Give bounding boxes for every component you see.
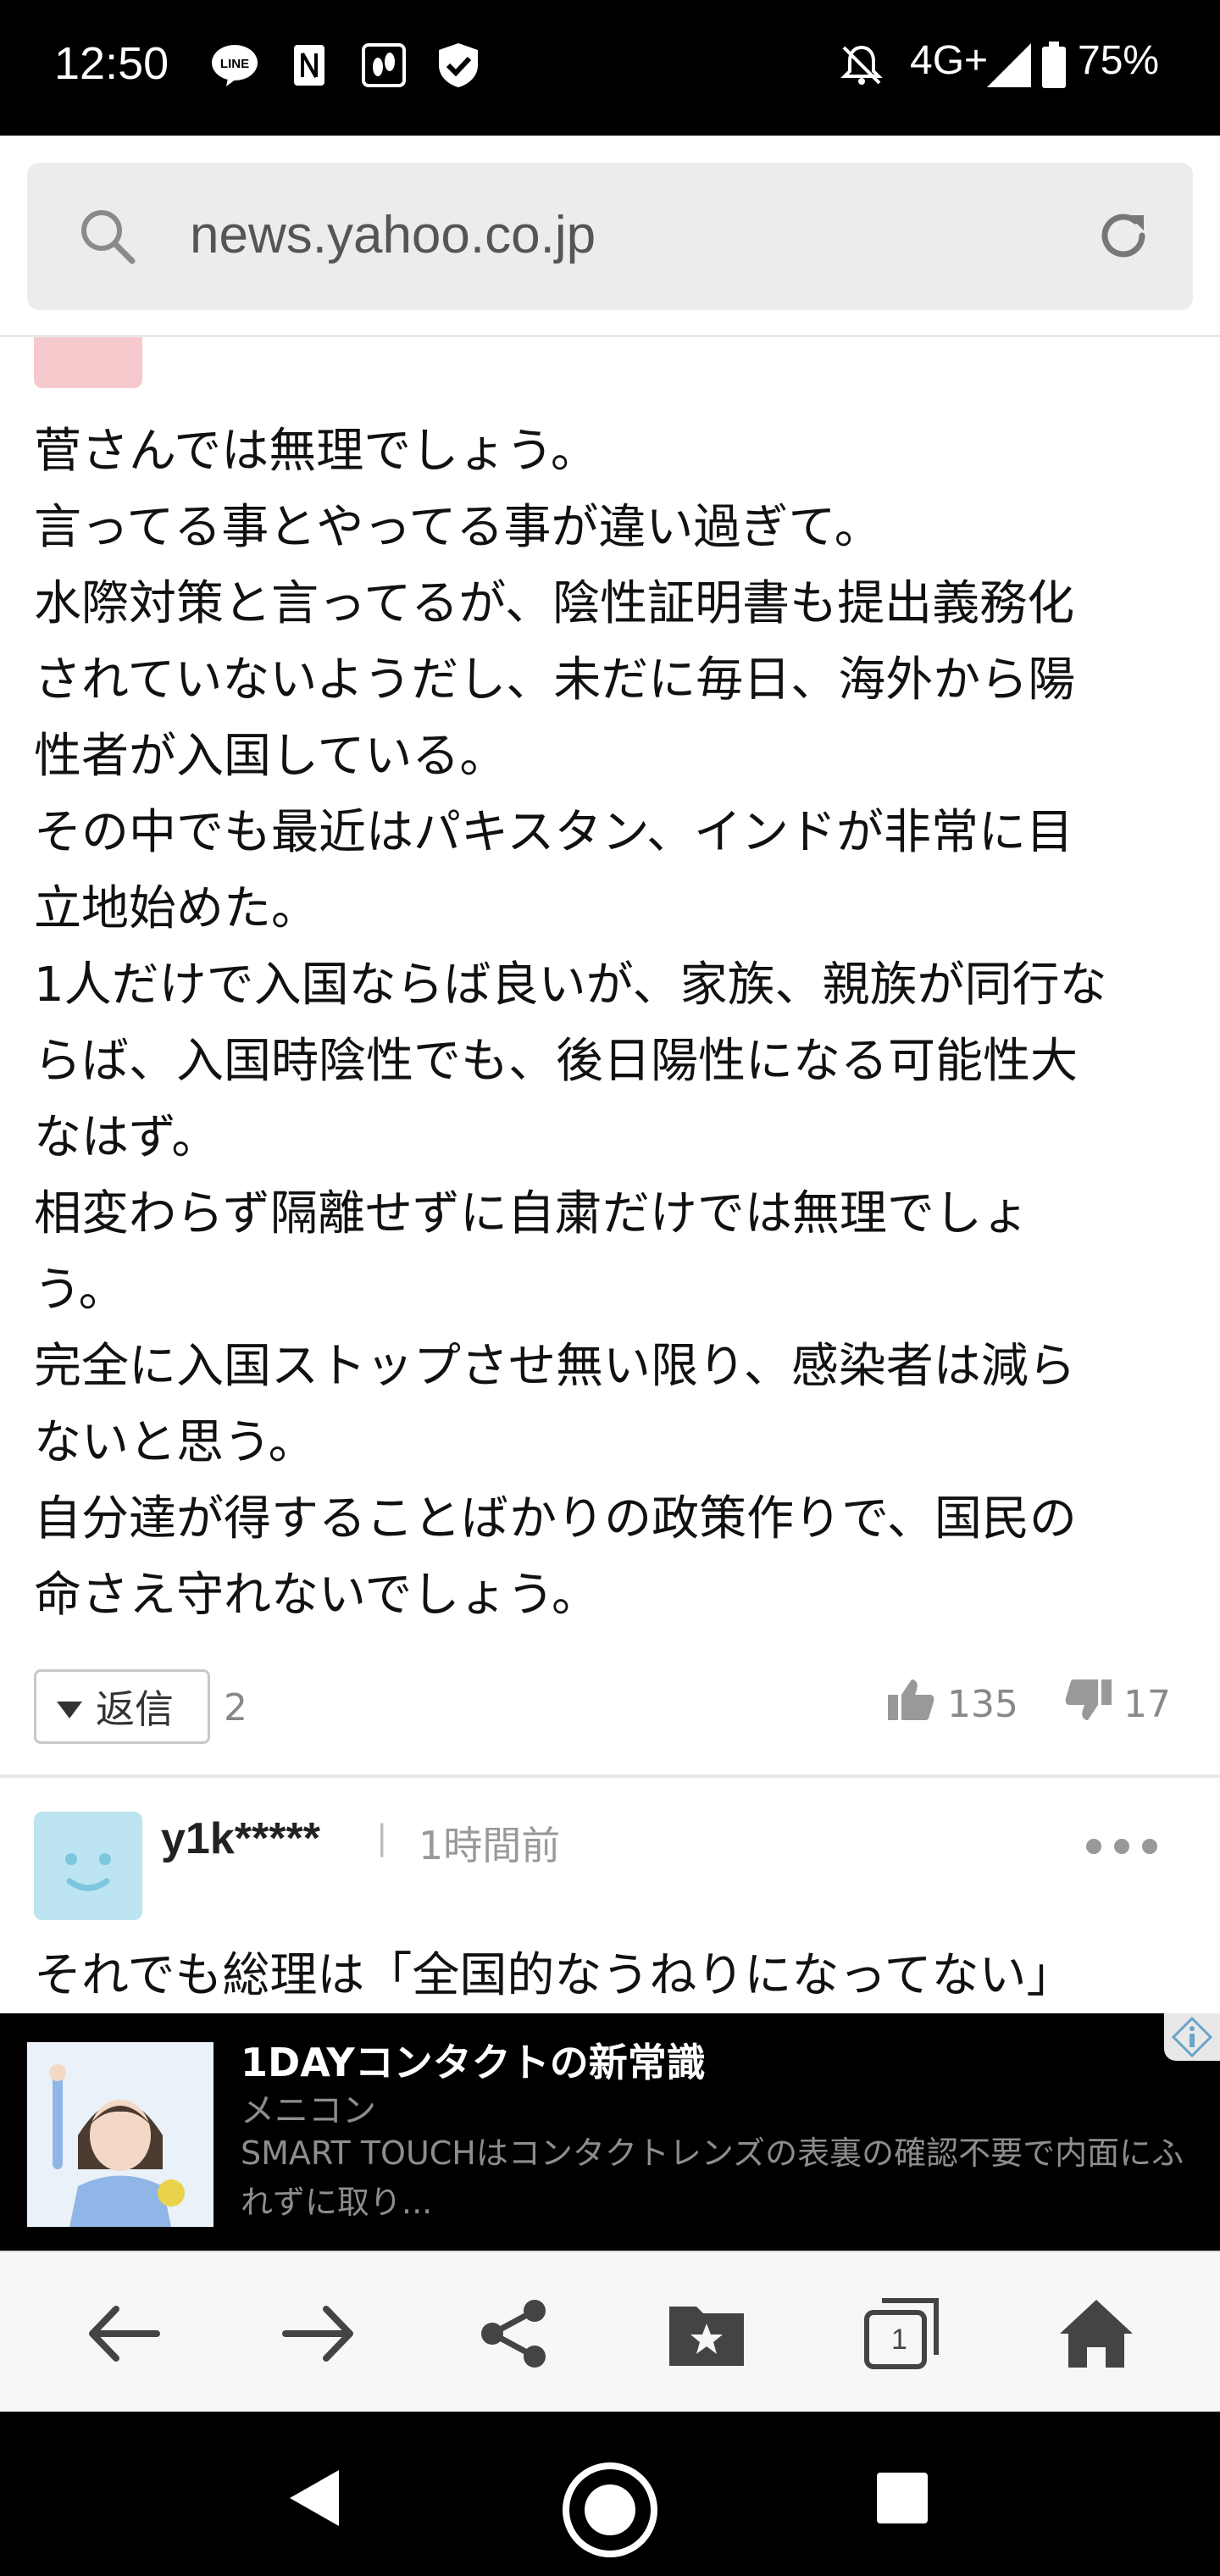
more-options-icon[interactable] [1086, 1834, 1157, 1859]
ad-brand: メニコン [241, 2091, 376, 2130]
comment-line: 性者が入国している。 [34, 729, 507, 784]
ad-title[interactable]: 1DAYコンタクトの新常識 [241, 2032, 706, 2088]
comment-line: その中でも最近はパキスタン、インドが非常に目 [34, 805, 1073, 860]
comment-line: ないと思う。 [34, 1415, 316, 1470]
comment-line: 立地始めた。 [34, 881, 319, 936]
dislike-count: 17 [1123, 1683, 1171, 1726]
triangle-down-icon [55, 1684, 84, 1729]
url-text[interactable]: news.yahoo.co.jp [190, 205, 596, 265]
avatar[interactable] [34, 337, 142, 388]
tab-count: 1 [891, 2323, 907, 2356]
like-count: 135 [947, 1683, 1018, 1726]
reply-label: 返信 [96, 1686, 174, 1732]
reply-button[interactable]: 返信 [34, 1669, 210, 1744]
foot-app-icon [359, 41, 408, 90]
nav-back-icon[interactable] [280, 2464, 347, 2532]
comment-text: 菅さんでは無理でしょう。 言ってる事とやってる事が違い過ぎて。 水際対策と言って… [34, 414, 1195, 1634]
comment-line: なはず。 [34, 1110, 219, 1165]
browser-header: news.yahoo.co.jp [0, 136, 1220, 337]
home-icon[interactable] [1054, 2291, 1139, 2376]
ad-banner[interactable]: 1DAYコンタクトの新常識 メニコン SMART TOUCHはコンタクトレンズの… [0, 2013, 1220, 2251]
comment-line: らば、入国時陰性でも、後日陽性になる可能性大 [34, 1034, 1078, 1089]
notification-app-icon [285, 41, 334, 90]
like-button[interactable]: 135 [886, 1678, 1018, 1731]
ad-description: SMART TOUCHはコンタクトレンズの表裏の確認不要で内面にふれずに取り..… [241, 2135, 1184, 2221]
status-bar: 12:50 LINE 4G+ 75% [0, 0, 1220, 136]
thumbs-up-icon [886, 1678, 935, 1731]
line-icon: LINE [210, 41, 259, 90]
comment-line: 完全に入国ストップさせ無い限り、感染者は減ら [34, 1339, 1076, 1394]
comment-line: 相変わらず隔離せずに自粛だけでは無理でしょ [34, 1186, 1029, 1241]
system-nav-bar [0, 2412, 1220, 2576]
comment-line: 1人だけで入国ならば良いが、家族、親族が同行な [34, 958, 1107, 1013]
ad-image[interactable] [27, 2042, 214, 2227]
shield-icon [434, 41, 483, 90]
username[interactable]: y1k***** [161, 1813, 320, 1864]
signal-icon [984, 41, 1034, 90]
bookmarks-icon[interactable] [664, 2291, 749, 2376]
search-icon [76, 205, 137, 269]
reload-icon[interactable] [1091, 203, 1156, 271]
nav-recents-icon[interactable] [873, 2464, 932, 2532]
comment-line: 自分達が得することばかりの政策作りで、国民の [34, 1491, 1077, 1546]
browser-toolbar: 1 [0, 2251, 1220, 2412]
thumbs-down-icon [1064, 1678, 1113, 1731]
back-arrow-icon[interactable] [81, 2291, 166, 2376]
meta-separator: | [376, 1818, 388, 1857]
comment-line: う。 [34, 1263, 126, 1318]
avatar[interactable] [34, 1812, 142, 1920]
comment-time: 1時間前 [419, 1823, 561, 1868]
network-type: 4G+ [910, 38, 989, 83]
nav-home-icon[interactable] [559, 2459, 661, 2561]
share-icon[interactable] [471, 2291, 556, 2376]
comment-line: 命さえ守れないでしょう。 [34, 1568, 599, 1623]
comment-line: 水際対策と言ってるが、陰性証明書も提出義務化 [34, 576, 1075, 631]
status-time: 12:50 [54, 38, 169, 89]
comments-area: 菅さんでは無理でしょう。 言ってる事とやってる事が違い過ぎて。 水際対策と言って… [0, 337, 1220, 2013]
comment-line: されていないようだし、未だに毎日、海外から陽 [34, 652, 1076, 708]
comment-line: 言ってる事とやってる事が違い過ぎて。 [34, 500, 882, 555]
battery-icon [1035, 41, 1073, 90]
ad-info-icon[interactable] [1164, 2013, 1220, 2061]
comment-line: 菅さんでは無理でしょう。 [34, 424, 598, 479]
divider [0, 1774, 1220, 1778]
dislike-button[interactable]: 17 [1064, 1678, 1171, 1731]
tabs-icon[interactable]: 1 [859, 2291, 944, 2376]
battery-percent: 75% [1078, 38, 1160, 83]
svg-text:LINE: LINE [220, 57, 249, 71]
comment-preview: それでも総理は「全国的なうねりになってない」 [34, 1948, 1074, 2003]
reply-count: 2 [224, 1686, 247, 1729]
forward-arrow-icon[interactable] [276, 2291, 361, 2376]
url-bar[interactable]: news.yahoo.co.jp [27, 163, 1193, 310]
mute-icon [837, 41, 886, 90]
